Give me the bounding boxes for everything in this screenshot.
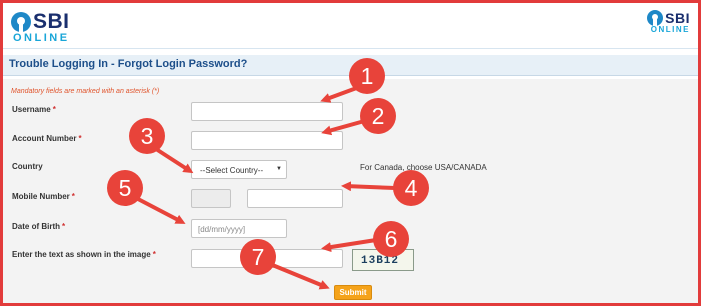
logo-sbi-text: SBI	[33, 10, 70, 33]
captcha-image: 13B12	[352, 249, 414, 271]
screenshot-frame: SBI ONLINE SBI ONLINE Trouble Logging In…	[0, 0, 701, 306]
chevron-down-icon: ▼	[276, 166, 282, 172]
country-code-input[interactable]	[191, 189, 231, 208]
country-select-value: --Select Country--	[200, 166, 264, 175]
captcha-input[interactable]	[191, 249, 343, 268]
required-star: *	[78, 134, 82, 143]
required-star: *	[62, 222, 66, 231]
forgot-password-form: Mandatory fields are marked with an aste…	[3, 79, 698, 303]
username-input[interactable]	[191, 102, 343, 121]
title-bar: Trouble Logging In - Forgot Login Passwo…	[3, 55, 698, 76]
page-title: Trouble Logging In - Forgot Login Passwo…	[9, 58, 248, 70]
mobile-number-label: Mobile Number *	[12, 192, 75, 201]
country-select[interactable]: --Select Country-- ▼	[191, 160, 287, 179]
logo-sbi-text-right: SBI	[665, 10, 690, 26]
sbi-online-logo[interactable]: SBI ONLINE	[11, 10, 70, 44]
mobile-number-input[interactable]	[247, 189, 343, 208]
submit-button[interactable]: Submit	[334, 285, 372, 300]
username-label: Username *	[12, 105, 56, 114]
username-label-text: Username	[12, 105, 51, 114]
account-number-input[interactable]	[191, 131, 343, 150]
captcha-label-text: Enter the text as shown in the image	[12, 250, 151, 259]
logo-online-text-right: ONLINE	[650, 25, 690, 34]
date-of-birth-label-text: Date of Birth	[12, 222, 60, 231]
date-of-birth-label: Date of Birth *	[12, 222, 65, 231]
mobile-number-label-text: Mobile Number	[12, 192, 70, 201]
sbi-online-logo-right: SBI ONLINE	[647, 10, 690, 34]
required-star: *	[71, 192, 75, 201]
sbi-keyhole-icon-right	[647, 10, 664, 26]
logo-row-right: SBI	[647, 10, 690, 26]
captcha-label: Enter the text as shown in the image *	[12, 250, 156, 259]
account-number-label-text: Account Number	[12, 134, 77, 143]
sbi-keyhole-icon	[11, 12, 31, 32]
logo-row: SBI	[11, 10, 70, 34]
required-star: *	[152, 250, 156, 259]
header: SBI ONLINE SBI ONLINE	[3, 3, 698, 49]
logo-online-text: ONLINE	[13, 32, 70, 44]
date-of-birth-placeholder: [dd/mm/yyyy]	[198, 225, 246, 234]
account-number-label: Account Number *	[12, 134, 82, 143]
mandatory-note: Mandatory fields are marked with an aste…	[11, 88, 160, 95]
country-note: For Canada, choose USA/CANADA	[360, 163, 487, 172]
date-of-birth-input[interactable]: [dd/mm/yyyy]	[191, 219, 287, 238]
country-label: Country	[12, 162, 43, 171]
required-star: *	[52, 105, 56, 114]
